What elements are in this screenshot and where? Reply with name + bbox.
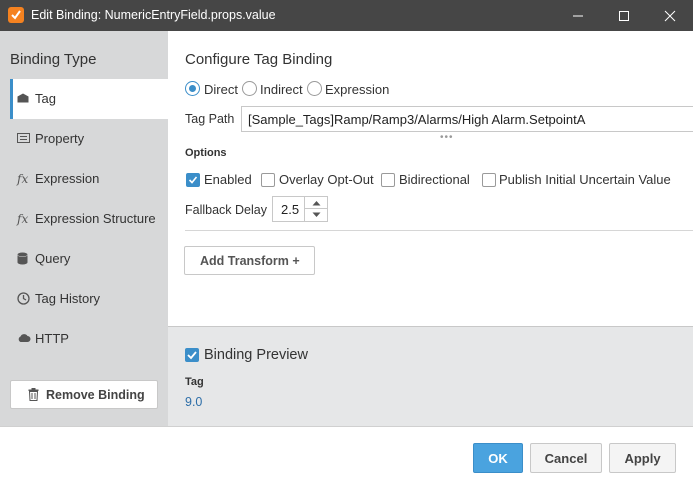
remove-binding-label: Remove Binding (46, 388, 145, 402)
add-transform-button[interactable]: Add Transform + (184, 246, 315, 275)
overlay-opt-out-checkbox-label[interactable]: Overlay Opt-Out (279, 172, 374, 187)
sidebar-item-tag-history[interactable]: Tag History (10, 279, 168, 319)
sidebar-heading: Binding Type (10, 51, 97, 68)
radio-expression-label[interactable]: Expression (325, 82, 389, 97)
sidebar-item-label: Expression (35, 171, 100, 186)
fallback-delay-label: Fallback Delay (185, 203, 267, 217)
binding-type-sidebar: Binding Type Tag Property fx Expression … (0, 31, 168, 426)
clock-icon (17, 292, 31, 306)
publish-initial-uncertain-checkbox[interactable] (482, 173, 496, 187)
fallback-delay-stepper[interactable]: 2.5 (272, 196, 328, 222)
binding-preview-checkbox[interactable] (185, 348, 199, 362)
property-icon (17, 132, 31, 146)
maximize-button[interactable] (601, 0, 647, 31)
configure-panel: Configure Tag Binding Direct Indirect Ex… (168, 31, 693, 326)
tag-path-input[interactable] (241, 106, 693, 132)
sidebar-item-label: Tag (35, 91, 56, 106)
close-button[interactable] (647, 0, 693, 31)
apply-button[interactable]: Apply (609, 443, 676, 473)
ok-label: OK (488, 451, 508, 466)
enabled-checkbox-label[interactable]: Enabled (204, 172, 252, 187)
trash-icon (28, 388, 39, 404)
expression-structure-icon: fx (17, 212, 29, 226)
close-icon (664, 10, 676, 22)
app-logo-icon (8, 7, 24, 23)
minimize-button[interactable] (555, 0, 601, 31)
overlay-opt-out-checkbox[interactable] (261, 173, 275, 187)
check-icon (188, 176, 198, 184)
expression-icon: fx (17, 172, 29, 186)
options-heading: Options (185, 147, 227, 159)
window-titlebar[interactable]: Edit Binding: NumericEntryField.props.va… (0, 0, 693, 31)
maximize-icon (619, 11, 629, 21)
database-icon (17, 252, 31, 266)
preview-tag-label: Tag (185, 376, 204, 388)
ok-button[interactable]: OK (473, 443, 523, 473)
window-title: Edit Binding: NumericEntryField.props.va… (31, 8, 276, 22)
preview-value: 9.0 (185, 395, 203, 409)
sidebar-item-expression[interactable]: fx Expression (10, 159, 168, 199)
check-icon (187, 351, 197, 360)
cancel-label: Cancel (544, 451, 588, 466)
tag-path-label: Tag Path (185, 112, 235, 126)
sidebar-item-label: Property (35, 131, 85, 146)
stepper-decrement-button[interactable] (304, 209, 327, 221)
radio-indirect[interactable] (242, 81, 257, 96)
resize-handle[interactable]: ••• (440, 133, 458, 143)
bidirectional-checkbox-label[interactable]: Bidirectional (399, 172, 470, 187)
radio-direct[interactable] (185, 81, 200, 96)
page-title: Configure Tag Binding (185, 51, 333, 68)
radio-indirect-label[interactable]: Indirect (260, 82, 303, 97)
dialog-footer: OK Cancel Apply (0, 426, 693, 490)
fallback-delay-value[interactable]: 2.5 (281, 202, 299, 217)
radio-expression[interactable] (307, 81, 322, 96)
enabled-checkbox[interactable] (186, 173, 200, 187)
binding-preview-title[interactable]: Binding Preview (204, 347, 308, 363)
sidebar-item-expression-structure[interactable]: fx Expression Structure (10, 199, 168, 239)
sidebar-item-label: Expression Structure (35, 211, 156, 226)
publish-initial-uncertain-checkbox-label[interactable]: Publish Initial Uncertain Value (499, 172, 671, 187)
chevron-up-icon (312, 201, 321, 206)
chevron-down-icon (312, 212, 321, 217)
sidebar-item-label: Query (35, 251, 71, 266)
bidirectional-checkbox[interactable] (381, 173, 395, 187)
sidebar-item-property[interactable]: Property (10, 119, 168, 159)
apply-label: Apply (624, 451, 661, 466)
sidebar-item-tag[interactable]: Tag (10, 79, 168, 119)
cloud-icon (17, 332, 31, 346)
sidebar-item-label: Tag History (35, 291, 101, 306)
remove-binding-button[interactable]: Remove Binding (10, 380, 158, 409)
binding-preview-panel: Binding Preview Tag 9.0 (168, 326, 693, 426)
stepper-increment-button[interactable] (304, 197, 327, 209)
sidebar-item-http[interactable]: HTTP (10, 319, 168, 359)
add-transform-label: Add Transform + (200, 254, 300, 268)
divider (185, 230, 693, 231)
sidebar-item-query[interactable]: Query (10, 239, 168, 279)
minimize-icon (573, 15, 583, 17)
tag-icon (17, 92, 31, 106)
radio-direct-label[interactable]: Direct (204, 82, 238, 97)
sidebar-item-label: HTTP (35, 331, 69, 346)
cancel-button[interactable]: Cancel (530, 443, 602, 473)
